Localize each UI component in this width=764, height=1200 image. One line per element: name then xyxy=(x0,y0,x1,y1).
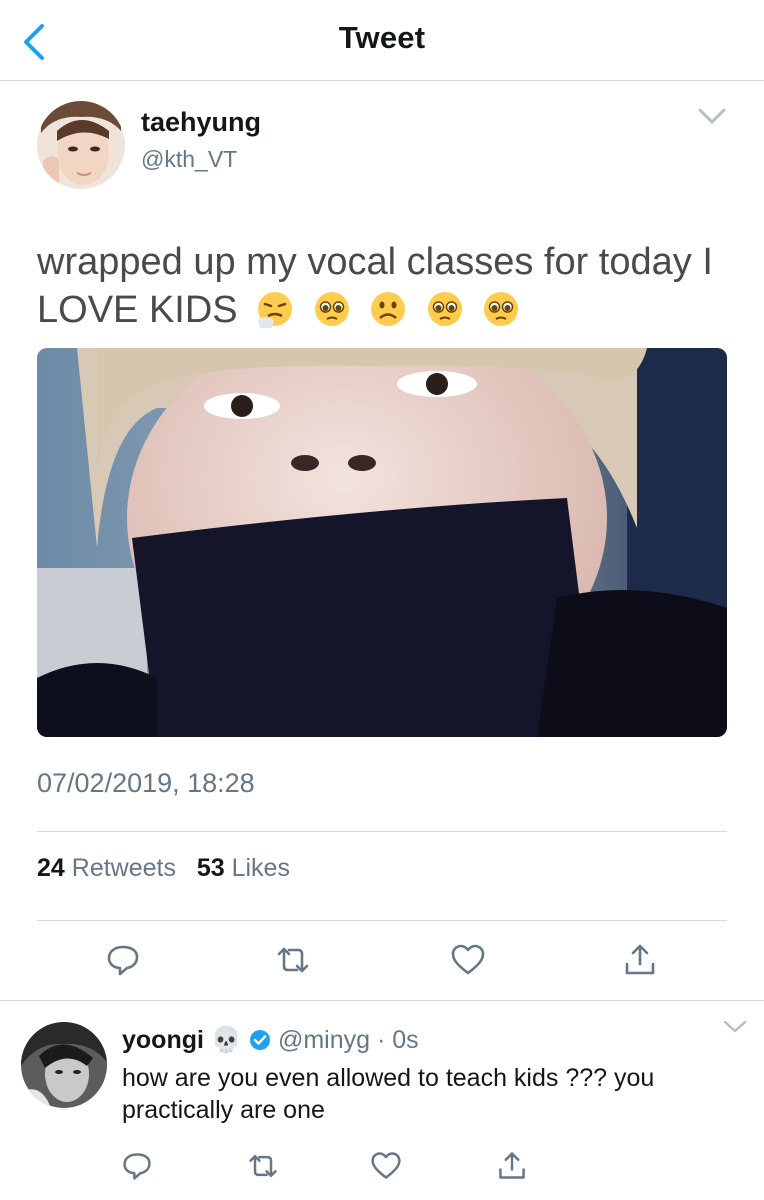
divider xyxy=(37,920,727,921)
chevron-down-icon[interactable] xyxy=(722,1016,748,1036)
reply-icon[interactable] xyxy=(121,1150,153,1182)
reply-author-handle[interactable]: @minyg xyxy=(278,1026,370,1054)
tweet-photo[interactable] xyxy=(37,348,727,737)
likes-stat[interactable]: 53 Likes xyxy=(197,854,290,882)
likes-label: Likes xyxy=(231,854,290,882)
reply-time: 0s xyxy=(392,1026,419,1054)
heart-icon[interactable] xyxy=(450,942,486,978)
engagement-stats: 24 Retweets 53 Likes xyxy=(37,854,290,883)
retweet-icon[interactable] xyxy=(247,1150,279,1182)
section-divider xyxy=(0,1000,764,1001)
reply-author-avatar[interactable] xyxy=(21,1022,107,1108)
reply-icon[interactable] xyxy=(105,942,141,978)
share-icon[interactable] xyxy=(496,1150,528,1182)
top-bar: Tweet xyxy=(0,0,764,81)
divider xyxy=(37,831,727,832)
tweet-timestamp: 07/02/2019, 18:28 xyxy=(37,768,255,798)
author-handle[interactable]: @kth_VT xyxy=(141,146,237,173)
pleading-face-icon xyxy=(314,292,349,326)
reply-header: yoongi 💀 @minyg · 0s xyxy=(122,1026,419,1055)
reply-text: how are you even allowed to teach kids ?… xyxy=(122,1064,655,1124)
verified-badge-icon xyxy=(249,1030,270,1050)
like-count: 53 xyxy=(196,854,225,882)
chevron-down-icon[interactable] xyxy=(697,104,727,128)
author-avatar[interactable] xyxy=(37,101,125,189)
retweet-icon[interactable] xyxy=(275,942,311,978)
pleading-face-icon xyxy=(427,292,462,326)
retweets-stat[interactable]: 24 Retweets xyxy=(37,854,176,882)
skull-emoji: 💀 xyxy=(210,1026,243,1054)
page-title: Tweet xyxy=(338,20,426,55)
author-name[interactable]: taehyung xyxy=(141,107,261,138)
share-icon[interactable] xyxy=(622,942,658,978)
retweet-count: 24 xyxy=(37,854,65,882)
retweets-label: Retweets xyxy=(71,854,176,882)
dot-separator: · xyxy=(376,1026,386,1054)
pleading-face-icon xyxy=(484,292,519,326)
heart-icon[interactable] xyxy=(370,1150,402,1182)
sneezing-face-icon xyxy=(258,292,293,328)
tweet-text: wrapped up my vocal classes for today I … xyxy=(37,238,737,334)
reply-author-name[interactable]: yoongi xyxy=(122,1026,204,1054)
frowning-face-icon xyxy=(371,292,406,326)
